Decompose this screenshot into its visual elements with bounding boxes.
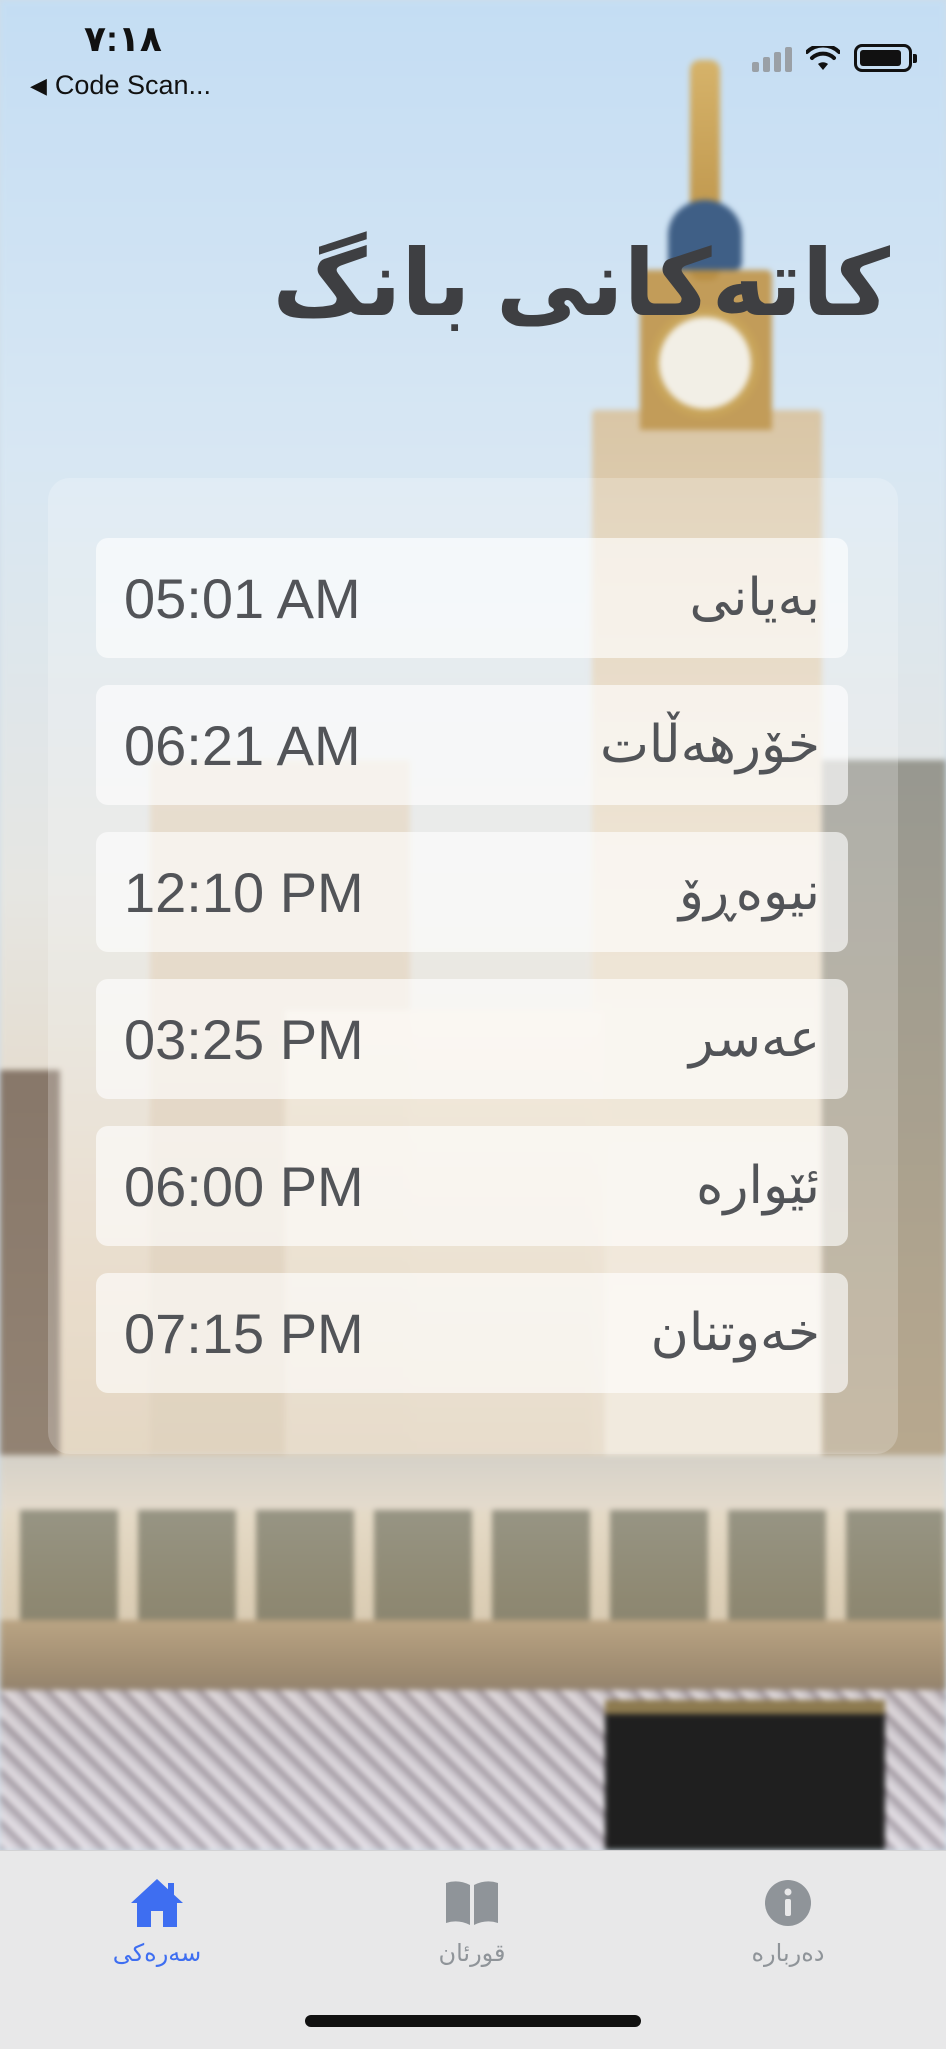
prayer-name: نیوەڕۆ [678,863,820,921]
prayer-row-dhuhr: 12:10 PM نیوەڕۆ [96,832,848,952]
info-icon [765,1880,811,1926]
cellular-signal-icon [752,47,792,72]
prayer-row-isha: 07:15 PM خەوتنان [96,1273,848,1393]
prayer-time: 06:21 AM [124,713,361,777]
back-to-app-link[interactable]: ◀ Code Scan... [30,70,211,101]
tab-label: سەرەکی [112,1940,202,1967]
prayer-row-maghrib: 06:00 PM ئێوارە [96,1126,848,1246]
tab-quran[interactable]: قورئان [362,1871,582,1968]
prayer-row-fajr: 05:01 AM بەیانی [96,538,848,658]
prayer-time: 03:25 PM [124,1007,364,1071]
status-time: ٧:١٨ [84,18,162,59]
tab-home[interactable]: سەرەکی [47,1871,267,1968]
book-icon [446,1881,498,1925]
page-title: کاتەکانی بانگ [272,233,890,335]
prayer-times-card: 05:01 AM بەیانی 06:21 AM خۆرهەڵات 12:10 … [48,478,898,1454]
battery-icon [854,44,917,72]
tab-label: دەربارە [751,1940,825,1967]
back-app-label: Code Scan... [54,70,212,100]
prayer-name: ئێوارە [696,1157,820,1215]
prayer-name: عەسر [688,1010,820,1068]
home-icon [131,1879,183,1927]
prayer-time: 07:15 PM [124,1301,364,1365]
prayer-time: 06:00 PM [124,1154,364,1218]
back-triangle-icon: ◀ [30,72,47,98]
prayer-name: خۆرهەڵات [599,716,820,774]
wifi-icon [806,46,840,70]
prayer-time: 12:10 PM [124,860,364,924]
prayer-row-asr: 03:25 PM عەسر [96,979,848,1099]
tab-about[interactable]: دەربارە [678,1871,898,1968]
prayer-time: 05:01 AM [124,566,361,630]
home-indicator[interactable] [305,2015,641,2027]
prayer-row-sunrise: 06:21 AM خۆرهەڵات [96,685,848,805]
prayer-name: خەوتنان [650,1304,820,1362]
prayer-name: بەیانی [689,569,820,627]
status-icons [752,44,917,72]
tab-label: قورئان [438,1940,506,1967]
